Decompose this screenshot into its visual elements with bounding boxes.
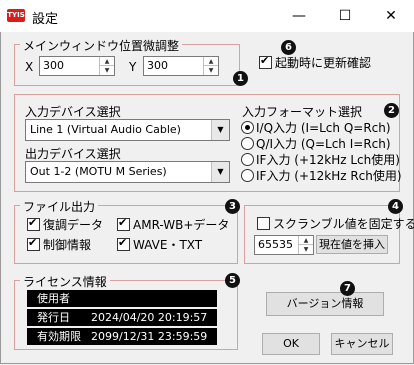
callout-badge-7: 7 xyxy=(340,281,355,296)
window-title: 設定 xyxy=(32,12,59,27)
license-key: 発行日 xyxy=(37,311,70,324)
scramble-fix-label[interactable]: スクランブル値を固定する xyxy=(273,215,414,232)
format-radio-if-rch[interactable] xyxy=(241,169,254,182)
license-key: 有効期限 xyxy=(37,330,81,343)
spin-down-icon[interactable]: ▼ xyxy=(299,245,313,254)
output-device-select[interactable]: Out 1-2 (MOTU M Series) ▼ xyxy=(25,161,230,183)
input-device-value: Line 1 (Virtual Audio Cable) xyxy=(30,123,181,136)
scramble-value-spinner[interactable]: 65535 ▲ ▼ xyxy=(254,235,314,255)
spin-down-icon[interactable]: ▼ xyxy=(204,66,218,75)
update-check-label[interactable]: 起動時に更新確認 xyxy=(275,54,371,71)
scramble-value: 65535 xyxy=(258,238,293,251)
license-label: ライセンス情報 xyxy=(20,273,110,290)
spin-up-icon[interactable]: ▲ xyxy=(204,57,218,66)
y-label: Y xyxy=(129,60,137,74)
app-icon: TYIS xyxy=(7,9,25,22)
format-radio-iq[interactable] xyxy=(241,121,254,134)
demod-data-label[interactable]: 復調データ xyxy=(43,216,103,233)
update-check-checkbox[interactable] xyxy=(259,54,272,69)
license-value: 2099/12/31 23:59:59 xyxy=(91,330,208,343)
output-device-value: Out 1-2 (MOTU M Series) xyxy=(30,165,167,178)
license-row-issued: 発行日 2024/04/20 20:19:57 xyxy=(27,309,217,326)
amr-wb-data-label[interactable]: AMR-WB+データ xyxy=(133,216,229,233)
x-value: 300 xyxy=(43,59,64,72)
minimize-button[interactable]: — xyxy=(276,0,322,32)
input-format-label: 入力フォーマット選択 xyxy=(242,105,363,119)
main-window-position-label: メインウィンドウ位置微調整 xyxy=(20,37,183,54)
license-row-expiry: 有効期限 2099/12/31 23:59:59 xyxy=(27,328,217,345)
wave-txt-checkbox[interactable] xyxy=(117,236,130,251)
insert-current-value-button[interactable]: 現在値を挿入 xyxy=(316,235,388,254)
chevron-down-icon[interactable]: ▼ xyxy=(211,120,229,140)
input-device-select[interactable]: Line 1 (Virtual Audio Cable) ▼ xyxy=(25,119,230,141)
license-key: 使用者 xyxy=(37,292,70,305)
file-output-label: ファイル出力 xyxy=(20,198,99,215)
spin-up-icon[interactable]: ▲ xyxy=(299,236,313,245)
chevron-down-icon[interactable]: ▼ xyxy=(211,162,229,182)
y-value: 300 xyxy=(147,59,168,72)
close-button[interactable]: ✕ xyxy=(368,0,414,32)
callout-badge-5: 5 xyxy=(225,273,240,288)
input-device-label: 入力デバイス選択 xyxy=(25,105,121,119)
callout-badge-1: 1 xyxy=(233,71,248,86)
format-option-iq[interactable]: I/Q入力 (I=Lch Q=Rch) xyxy=(256,119,391,136)
license-value: 2024/04/20 20:19:57 xyxy=(91,311,208,324)
amr-wb-data-checkbox[interactable] xyxy=(117,216,130,231)
scramble-fix-checkbox[interactable] xyxy=(257,217,270,230)
callout-badge-2: 2 xyxy=(384,103,399,118)
y-spinner[interactable]: 300 ▲ ▼ xyxy=(143,56,219,76)
wave-txt-label[interactable]: WAVE・TXT xyxy=(133,236,202,253)
spin-up-icon[interactable]: ▲ xyxy=(100,57,114,66)
spin-down-icon[interactable]: ▼ xyxy=(100,66,114,75)
x-label: X xyxy=(25,60,34,74)
format-option-if-lch[interactable]: IF入力 (+12kHz Lch使用) xyxy=(256,151,400,168)
callout-badge-3: 3 xyxy=(225,199,240,214)
x-spinner[interactable]: 300 ▲ ▼ xyxy=(39,56,115,76)
cancel-button[interactable]: キャンセル xyxy=(331,333,393,355)
control-info-checkbox[interactable] xyxy=(27,236,40,251)
ok-button[interactable]: OK xyxy=(262,333,320,355)
callout-badge-4: 4 xyxy=(388,199,403,214)
maximize-button[interactable]: ☐ xyxy=(322,0,368,32)
version-info-button[interactable]: バージョン情報 xyxy=(266,292,384,316)
demod-data-checkbox[interactable] xyxy=(27,216,40,231)
license-row-user: 使用者 xyxy=(27,290,217,307)
format-option-if-rch[interactable]: IF入力 (+12kHz Rch使用) xyxy=(256,167,402,184)
control-info-label[interactable]: 制御情報 xyxy=(43,236,91,253)
title-bar[interactable]: TYIS 設定 — ☐ ✕ xyxy=(0,0,414,32)
format-radio-qi[interactable] xyxy=(241,137,254,150)
format-option-qi[interactable]: Q/I入力 (Q=Lch I=Rch) xyxy=(256,135,391,152)
output-device-label: 出力デバイス選択 xyxy=(25,147,121,161)
callout-badge-6: 6 xyxy=(281,40,296,55)
format-radio-if-lch[interactable] xyxy=(241,153,254,166)
